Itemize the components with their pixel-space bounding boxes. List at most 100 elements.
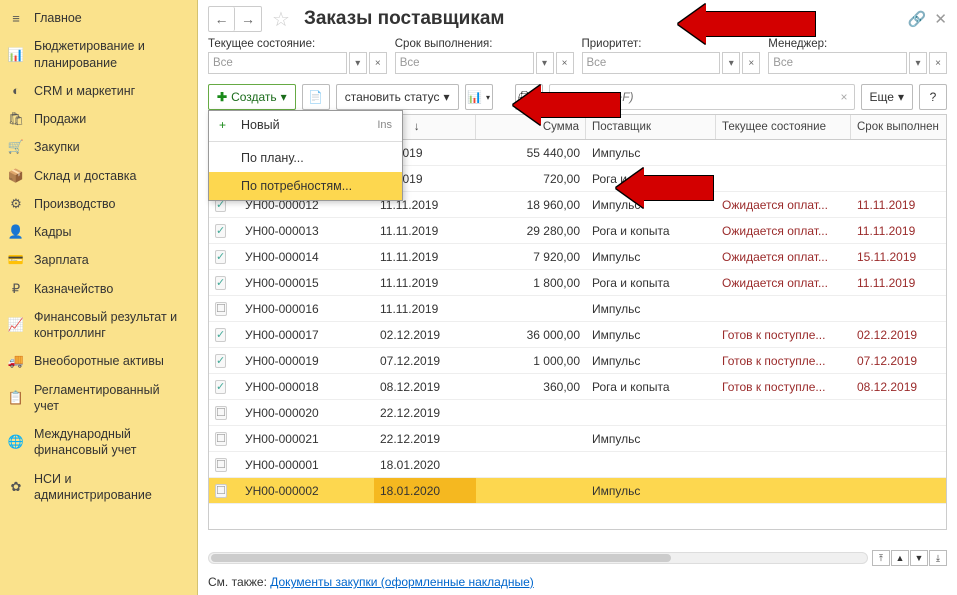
- cell-sum: 29 280,00: [476, 218, 586, 243]
- filter-deadline-input[interactable]: Все: [395, 52, 534, 74]
- sidebar-item-10[interactable]: 📈Финансовый результат и контроллинг: [0, 303, 197, 348]
- sidebar-item-8[interactable]: 💳Зарплата: [0, 246, 197, 274]
- copy-button[interactable]: 📄: [302, 84, 330, 110]
- forward-button[interactable]: →: [235, 7, 261, 31]
- filter-bar: Текущее состояние: Все ▾ × Срок выполнен…: [198, 38, 957, 80]
- filter-priority-dropdown[interactable]: ▾: [722, 52, 740, 74]
- cell-date: 11.11.2019: [374, 296, 476, 321]
- filter-manager-clear[interactable]: ×: [929, 52, 947, 74]
- sidebar-item-7[interactable]: 👤Кадры: [0, 218, 197, 246]
- help-button[interactable]: ?: [919, 84, 947, 110]
- filter-state-input[interactable]: Все: [208, 52, 347, 74]
- document-icon: ☐: [215, 432, 227, 446]
- cell-date: 22.12.2019: [374, 426, 476, 451]
- cell-status: [716, 296, 851, 321]
- cell-deadline: [851, 478, 946, 503]
- sidebar-icon: ₽: [8, 281, 24, 297]
- sidebar: ≡Главное📊Бюджетирование и планирование◐C…: [0, 0, 198, 595]
- sidebar-icon: 📋: [8, 390, 24, 406]
- document-icon: ✓: [215, 380, 226, 394]
- favorite-star-icon[interactable]: ☆: [272, 7, 290, 32]
- filter-manager-input[interactable]: Все: [768, 52, 907, 74]
- sidebar-item-1[interactable]: 📊Бюджетирование и планирование: [0, 32, 197, 77]
- cell-supplier: [586, 400, 716, 425]
- sidebar-item-3[interactable]: 🛍Продажи: [0, 105, 197, 133]
- cell-number: УН00-000002: [239, 478, 374, 503]
- scroll-up[interactable]: ▲: [891, 550, 909, 566]
- cell-date: 07.12.2019: [374, 348, 476, 373]
- filter-state-dropdown[interactable]: ▾: [349, 52, 367, 74]
- sidebar-item-0[interactable]: ≡Главное: [0, 4, 197, 32]
- cell-sum: 1 800,00: [476, 270, 586, 295]
- cell-sum: 720,00: [476, 166, 586, 191]
- table-row[interactable]: ☐ УН00-000021 22.12.2019 Импульс: [209, 426, 946, 452]
- titlebar: ← → ☆ Заказы поставщикам 🔗 ✕: [198, 0, 957, 38]
- scroll-last[interactable]: ⤓: [929, 550, 947, 566]
- table-row[interactable]: ☐ УН00-000020 22.12.2019: [209, 400, 946, 426]
- cell-sum: [476, 400, 586, 425]
- scroll-first[interactable]: ⤒: [872, 550, 890, 566]
- cell-deadline: [851, 296, 946, 321]
- scroll-thumb[interactable]: [211, 554, 671, 562]
- sidebar-item-label: Главное: [34, 10, 82, 26]
- scroll-track[interactable]: [208, 552, 868, 564]
- dropdown-item-0[interactable]: +НовыйIns: [209, 111, 402, 139]
- cell-number: УН00-000021: [239, 426, 374, 451]
- filter-deadline-dropdown[interactable]: ▾: [536, 52, 554, 74]
- report-button[interactable]: 📊▾: [465, 84, 493, 110]
- create-button[interactable]: ✚ Создать ▾: [208, 84, 296, 110]
- back-button[interactable]: ←: [209, 7, 235, 31]
- sidebar-item-label: Производство: [34, 196, 116, 212]
- cell-deadline: 11.11.2019: [851, 218, 946, 243]
- sidebar-item-14[interactable]: ✿НСИ и администрирование: [0, 465, 197, 510]
- cell-status: Ожидается оплат...: [716, 244, 851, 269]
- filter-state: Текущее состояние: Все ▾ ×: [208, 38, 387, 74]
- cell-number: УН00-000013: [239, 218, 374, 243]
- scroll-down[interactable]: ▼: [910, 550, 928, 566]
- dropdown-item-1[interactable]: По плану...: [209, 144, 402, 172]
- document-icon: ✓: [215, 354, 226, 368]
- sidebar-item-2[interactable]: ◐CRM и маркетинг: [0, 77, 197, 105]
- sidebar-item-6[interactable]: ⚙Производство: [0, 190, 197, 218]
- more-button[interactable]: Еще ▾: [861, 84, 913, 110]
- sidebar-icon: 📦: [8, 168, 24, 184]
- sidebar-item-label: Внеоборотные активы: [34, 353, 164, 369]
- cell-supplier: Рога и копыта: [586, 374, 716, 399]
- table-row[interactable]: ✓ УН00-000015 11.11.2019 1 800,00 Рога и…: [209, 270, 946, 296]
- cell-deadline: 11.11.2019: [851, 192, 946, 217]
- table-row[interactable]: ✓ УН00-000014 11.11.2019 7 920,00 Импуль…: [209, 244, 946, 270]
- table-row[interactable]: ✓ УН00-000018 08.12.2019 360,00 Рога и к…: [209, 374, 946, 400]
- table-row[interactable]: ☐ УН00-000002 18.01.2020 Импульс: [209, 478, 946, 504]
- table-row[interactable]: ✓ УН00-000013 11.11.2019 29 280,00 Рога …: [209, 218, 946, 244]
- sidebar-item-9[interactable]: ₽Казначейство: [0, 275, 197, 303]
- sidebar-icon: 🌐: [8, 434, 24, 450]
- cell-status: Ожидается оплат...: [716, 218, 851, 243]
- search-clear-icon[interactable]: ×: [841, 90, 848, 104]
- link-icon[interactable]: 🔗: [908, 10, 927, 28]
- sidebar-icon: 🚚: [8, 353, 24, 369]
- cell-date: 11.11.2019: [374, 270, 476, 295]
- cell-status: Готов к поступле...: [716, 348, 851, 373]
- table-row[interactable]: ☐ УН00-000001 18.01.2020: [209, 452, 946, 478]
- filter-deadline-clear[interactable]: ×: [556, 52, 574, 74]
- close-icon[interactable]: ✕: [934, 10, 947, 28]
- filter-priority-clear[interactable]: ×: [742, 52, 760, 74]
- table-row[interactable]: ✓ УН00-000017 02.12.2019 36 000,00 Импул…: [209, 322, 946, 348]
- sidebar-item-label: Кадры: [34, 224, 71, 240]
- table-row[interactable]: ✓ УН00-000019 07.12.2019 1 000,00 Импуль…: [209, 348, 946, 374]
- cell-supplier: Импульс: [586, 296, 716, 321]
- footer-link[interactable]: Документы закупки (оформленные накладные…: [270, 575, 534, 589]
- cell-date: 08.12.2019: [374, 374, 476, 399]
- sidebar-item-12[interactable]: 📋Регламентированный учет: [0, 376, 197, 421]
- table-row[interactable]: ☐ УН00-000016 11.11.2019 Импульс: [209, 296, 946, 322]
- page-title: Заказы поставщикам: [304, 8, 505, 30]
- sidebar-item-5[interactable]: 📦Склад и доставка: [0, 162, 197, 190]
- set-status-button[interactable]: становить статус ▾: [336, 84, 459, 110]
- filter-state-clear[interactable]: ×: [369, 52, 387, 74]
- filter-manager-dropdown[interactable]: ▾: [909, 52, 927, 74]
- sidebar-item-11[interactable]: 🚚 Внеоборотные активы: [0, 347, 197, 375]
- sidebar-item-4[interactable]: 🛒Закупки: [0, 133, 197, 161]
- filter-priority-input[interactable]: Все: [582, 52, 721, 74]
- sidebar-item-13[interactable]: 🌐Международный финансовый учет: [0, 420, 197, 465]
- dropdown-item-2[interactable]: По потребностям...: [209, 172, 402, 200]
